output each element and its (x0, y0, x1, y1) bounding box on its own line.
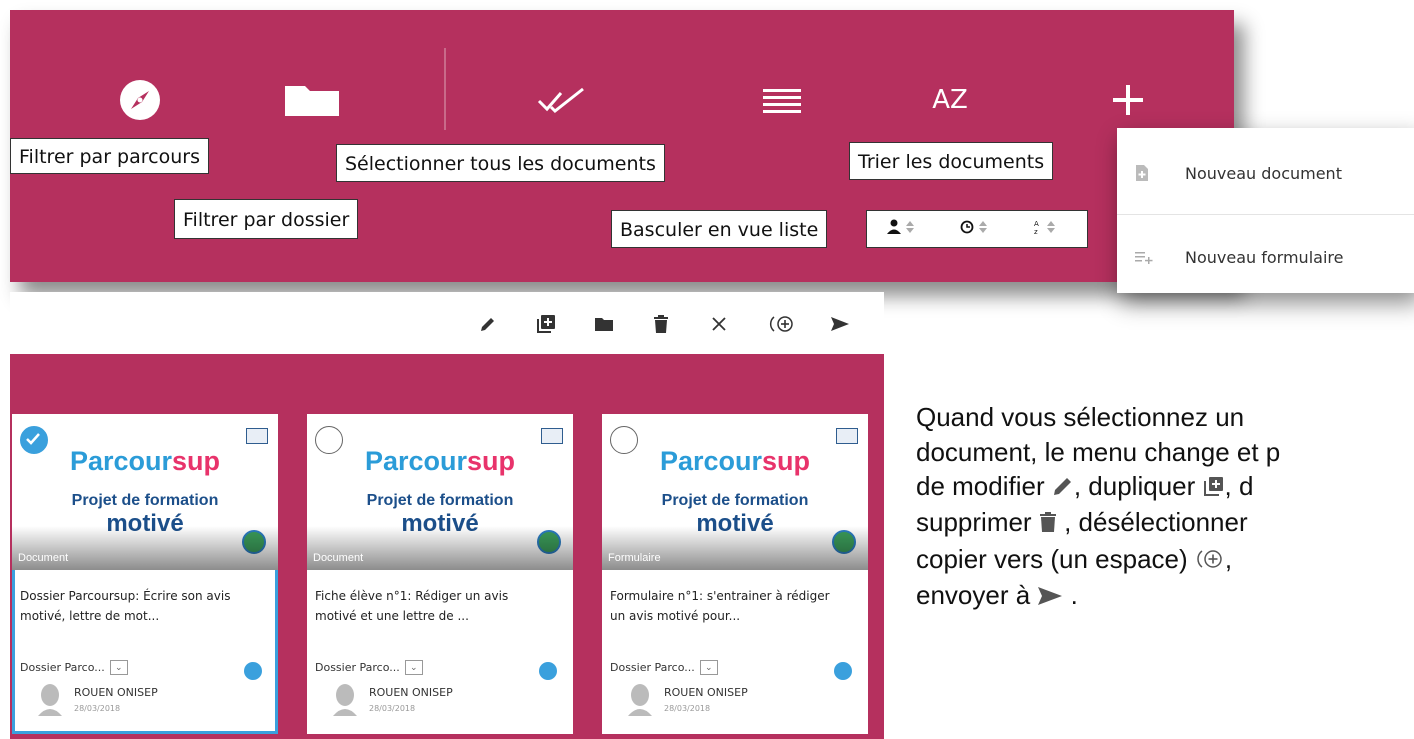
menu-item-label: Nouveau document (1185, 163, 1342, 183)
card-title[interactable]: Dossier Parcoursup: Écrire son avis motiv… (20, 586, 270, 626)
toolbar-panel: AZ Filtrer par parcours Filtrer par doss… (10, 10, 1234, 282)
send-icon[interactable] (826, 310, 854, 338)
edit-icon[interactable] (474, 310, 502, 338)
document-type-label: Document (18, 552, 69, 564)
status-dot (834, 662, 852, 680)
delete-icon (1039, 507, 1057, 542)
tooltip-filter-folder: Filtrer par dossier (174, 199, 359, 239)
card-thumbnail: Parcoursup Projet de formation motivé Do… (12, 414, 278, 570)
card-date: 28/03/2018 (74, 704, 121, 713)
chevron-down-icon[interactable]: ⌄ (109, 660, 128, 675)
plus-icon[interactable] (1098, 72, 1158, 128)
toolbar-divider (444, 48, 446, 130)
thumbnail-subtitle: Projet de formation (366, 492, 514, 509)
explanation-text: Quand vous sélectionnez un document, le … (916, 400, 1414, 615)
brand-logo: Parcoursup (69, 446, 221, 476)
list-icon[interactable] (753, 72, 813, 128)
svg-text:A: A (1034, 220, 1039, 228)
copy-to-icon (1195, 544, 1225, 579)
new-item-menu: Nouveau document Nouveau formulaire (1117, 128, 1414, 293)
id-card-icon (246, 428, 268, 444)
document-type-label: Formulaire (608, 552, 661, 564)
sort-by-date-icon[interactable] (960, 219, 994, 240)
avatar (628, 684, 652, 716)
owner-name: ROUEN ONISEP (369, 686, 453, 699)
document-type-label: Document (313, 552, 364, 564)
status-dot (244, 662, 262, 680)
sort-az-icon[interactable]: AZ (920, 72, 980, 128)
sort-by-name-icon[interactable]: Az (1033, 219, 1067, 240)
id-card-icon (541, 428, 563, 444)
owner-name: ROUEN ONISEP (664, 686, 748, 699)
chevron-down-icon[interactable]: ⌄ (699, 660, 718, 675)
card-thumbnail: Parcoursup Projet de formation motivé Do… (307, 414, 573, 570)
avatar (333, 684, 357, 716)
double-check-icon[interactable] (532, 72, 592, 128)
compass-icon[interactable] (110, 72, 170, 128)
folder-icon[interactable] (282, 72, 342, 128)
tooltip-filter-path: Filtrer par parcours (10, 138, 209, 174)
avatar (38, 684, 62, 716)
menu-item-new-document[interactable]: Nouveau document (1117, 132, 1414, 214)
deselect-icon[interactable] (705, 310, 733, 338)
tooltip-select-all: Sélectionner tous les documents (336, 144, 665, 182)
brand-logo: Parcoursup (364, 446, 516, 476)
send-icon (1037, 580, 1063, 615)
card-date: 28/03/2018 (664, 704, 711, 713)
sort-by-owner-icon[interactable] (886, 219, 921, 240)
copy-to-icon[interactable] (768, 310, 796, 338)
thumbnail-subtitle: Projet de formation (661, 492, 809, 509)
owner-name: ROUEN ONISEP (74, 686, 158, 699)
thumbnail-subtitle: Projet de formation (71, 492, 219, 509)
sort-options: Az (866, 210, 1088, 248)
edit-icon (1052, 471, 1074, 506)
move-folder-icon[interactable] (590, 310, 618, 338)
documents-grid: Parcoursup Projet de formation motivé Do… (10, 354, 884, 739)
status-dot (539, 662, 557, 680)
document-card[interactable]: Parcoursup Projet de formation motivé Fo… (602, 414, 868, 734)
duplicate-icon[interactable] (532, 310, 560, 338)
menu-item-label: Nouveau formulaire (1185, 247, 1344, 267)
menu-item-new-form[interactable]: Nouveau formulaire (1117, 216, 1414, 298)
chevron-down-icon[interactable]: ⌄ (404, 660, 423, 675)
delete-icon[interactable] (647, 310, 675, 338)
card-folder[interactable]: Dossier Parco... ⌄ (610, 660, 718, 675)
card-title[interactable]: Fiche élève n°1: Rédiger un avis motivé e… (315, 586, 565, 626)
tooltip-list-view: Basculer en vue liste (611, 210, 828, 248)
card-title[interactable]: Formulaire n°1: s'entrainer à rédiger un … (610, 586, 860, 626)
document-card[interactable]: Parcoursup Projet de formation motivé Do… (12, 414, 278, 734)
card-thumbnail: Parcoursup Projet de formation motivé Fo… (602, 414, 868, 570)
sort-az-label: AZ (932, 85, 968, 115)
new-form-icon (1135, 250, 1157, 264)
new-document-icon (1135, 164, 1157, 182)
tooltip-sort: Trier les documents (849, 142, 1054, 180)
duplicate-icon (1203, 471, 1225, 506)
card-date: 28/03/2018 (369, 704, 416, 713)
selection-action-bar (10, 292, 884, 354)
id-card-icon (836, 428, 858, 444)
card-folder[interactable]: Dossier Parco... ⌄ (20, 660, 128, 675)
menu-divider (1117, 214, 1414, 215)
brand-logo: Parcoursup (659, 446, 811, 476)
svg-text:z: z (1034, 228, 1038, 235)
card-folder[interactable]: Dossier Parco... ⌄ (315, 660, 423, 675)
document-card[interactable]: Parcoursup Projet de formation motivé Do… (307, 414, 573, 734)
